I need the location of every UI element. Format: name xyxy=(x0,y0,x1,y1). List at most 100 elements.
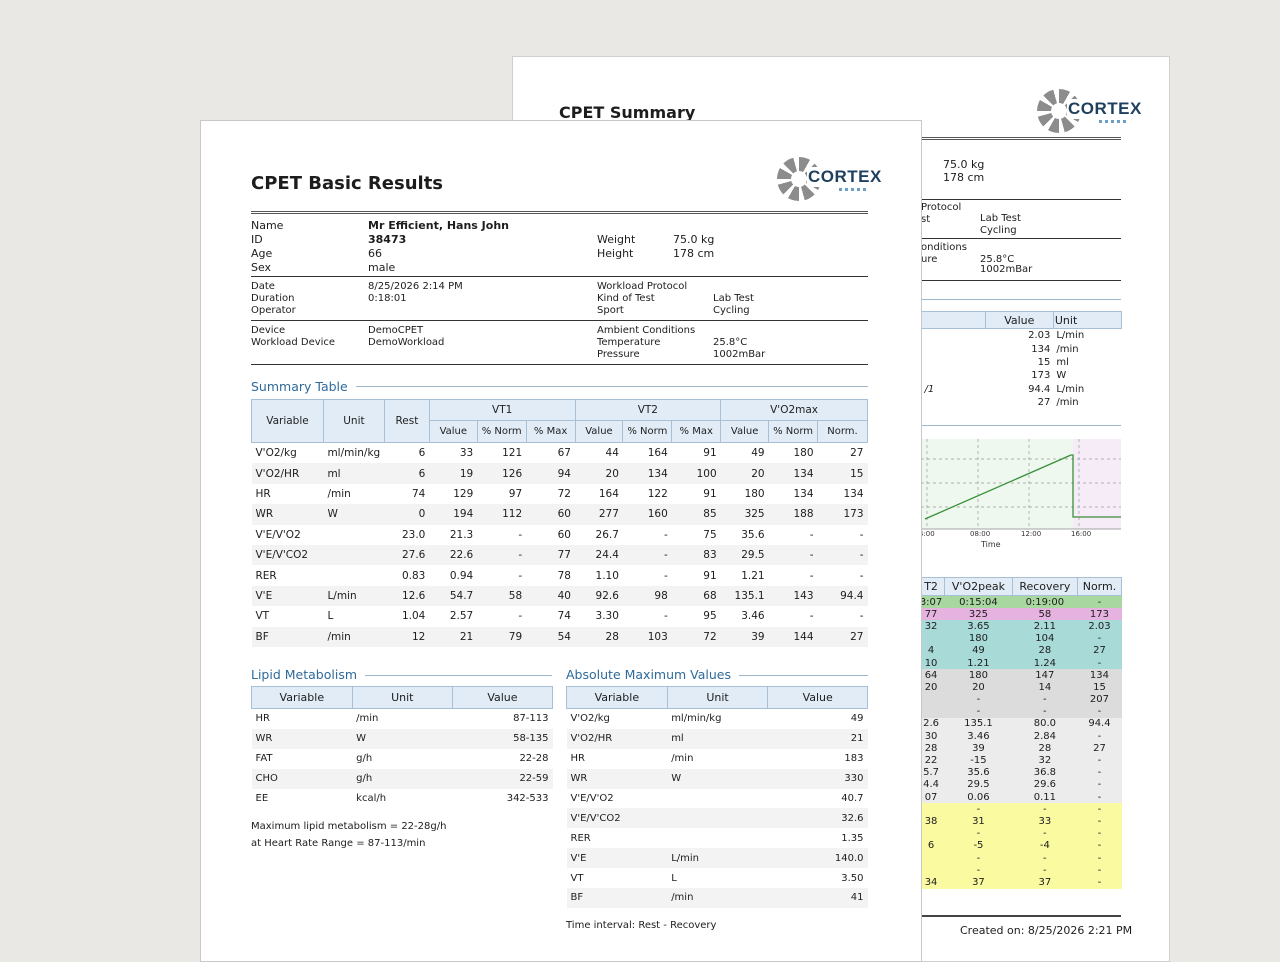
row-variable: V'O2/HR xyxy=(566,728,668,749)
summary-cell: 2.57 xyxy=(449,610,474,623)
phase-cell: - xyxy=(1043,828,1047,840)
row-value: 40.7 xyxy=(841,793,864,804)
phase-cell: 28 xyxy=(1038,645,1052,657)
back-row-value: 173 xyxy=(1031,370,1051,382)
phase-cell: - xyxy=(1097,706,1102,718)
summary-cell: 126 xyxy=(477,463,527,484)
summary-variable: V'E/V'O2 xyxy=(255,528,301,541)
table-row: V'O2/kg ml/min/kg 49 xyxy=(567,709,868,729)
phase-cell: 2.11 xyxy=(1033,620,1056,632)
back-row-label: /1 xyxy=(924,383,935,395)
summary-cell: 112 xyxy=(477,504,527,525)
summary-cell: 68 xyxy=(671,585,721,607)
back-row-unit: /min xyxy=(1056,397,1079,409)
back-weight: 75.0 kg xyxy=(943,158,985,171)
device: DemoCPET xyxy=(368,325,424,336)
summary-unit xyxy=(323,565,384,585)
summary-cell: - xyxy=(817,544,868,566)
row-unit: L/min xyxy=(667,848,768,869)
row-unit: kcal/h xyxy=(356,793,387,804)
summary-cell: 49 xyxy=(751,447,765,460)
summary-variable: WR xyxy=(251,504,324,525)
phase-cell: 58 xyxy=(1038,608,1052,620)
summary-cell: 54 xyxy=(526,626,575,647)
table-row: V'E/V'O2 40.7 xyxy=(567,789,868,809)
row-unit xyxy=(667,789,768,809)
back-row-label xyxy=(922,396,986,409)
phase-cell: 31 xyxy=(972,815,985,827)
row-variable: HR xyxy=(255,713,270,725)
summary-cell: 143 xyxy=(768,585,818,607)
row-unit: /min xyxy=(667,888,768,908)
temperature-label: Temperature xyxy=(597,337,661,348)
row-variable: BF xyxy=(566,888,668,908)
height-label: Height xyxy=(597,247,634,260)
phase-cell: - xyxy=(976,828,981,840)
summary-cell: 94 xyxy=(526,463,575,484)
phase-cell: - xyxy=(1097,657,1102,669)
phase-cell: - xyxy=(1097,730,1102,742)
phase-cell: 32 xyxy=(1038,755,1052,767)
back-table-row: 27/min xyxy=(922,396,1122,409)
patient-sex: male xyxy=(368,261,396,274)
table-row: BF/min 41 xyxy=(566,888,868,908)
back-height: 178 cm xyxy=(943,171,985,184)
summary-cell: 180 xyxy=(793,447,814,460)
back-row-unit: L/min xyxy=(1056,330,1085,342)
summary-row: HR/min 74 129 97 72 164 122 91 180 134 134 xyxy=(252,484,868,504)
row-value: 49 xyxy=(850,713,864,725)
sex-label: Sex xyxy=(251,261,272,274)
col-variable: Variable xyxy=(251,399,324,443)
chart-x-tick-label: 12:00 xyxy=(1021,530,1041,538)
summary-cell: 134 xyxy=(622,463,672,484)
cortex-logo-text: CORTEX xyxy=(807,167,883,187)
summary-cell: 3.30 xyxy=(595,610,619,623)
phase-cell: - xyxy=(1097,779,1102,791)
phase-row: 64 180 147 134 xyxy=(917,669,1122,682)
summary-cell: 103 xyxy=(622,626,672,647)
phase-cell: - xyxy=(1043,864,1047,876)
row-unit: L xyxy=(671,872,677,884)
absolute-max-table: Variable Unit Value V'O2/kg ml/min/kg 49 V'… xyxy=(566,686,868,908)
summary-cell: 74 xyxy=(557,610,571,623)
phase-cell: - xyxy=(976,864,981,876)
summary-cell: 28 xyxy=(575,626,623,647)
summary-cell: - xyxy=(664,528,668,541)
summary-cell: 91 xyxy=(703,487,717,500)
phase-cell: 0.06 xyxy=(967,791,990,803)
row-variable: WR xyxy=(566,768,668,789)
summary-cell: 135.1 xyxy=(720,585,769,607)
device-label: Device xyxy=(251,325,286,336)
summary-cell: 164 xyxy=(598,487,619,500)
summary-table-title: Summary Table xyxy=(251,379,356,394)
weight-label: Weight xyxy=(597,233,636,246)
phase-row: 22 -15 32- xyxy=(917,754,1122,767)
phase-col-head: V'O2peak xyxy=(944,577,1013,596)
row-variable: CHO xyxy=(251,768,353,789)
back-row-label xyxy=(922,329,986,343)
summary-cell: 134 xyxy=(843,487,864,500)
lipid-note-max: Maximum lipid metabolism = 22-28g/h xyxy=(251,821,447,832)
summary-cell: - xyxy=(622,544,672,566)
back-row-label xyxy=(922,369,986,382)
summary-cell: - xyxy=(859,569,864,582)
table-row: EE kcal/h 342-533 xyxy=(252,789,553,809)
back-row-value: 15 xyxy=(1037,356,1051,368)
summary-row: RER 0.83 0.94 - 78 1.10 - 91 1.21 - - xyxy=(252,565,868,585)
col-rest: Rest xyxy=(383,399,430,443)
summary-cell: 98 xyxy=(622,585,672,607)
back-phase-table: T2 V'O2peak Recovery Norm. 3:07 0:15:04 0:19:… xyxy=(916,577,1123,889)
summary-cell: 94.4 xyxy=(817,585,868,607)
summary-cell: 91 xyxy=(703,447,717,460)
phase-cell: - xyxy=(1097,815,1102,827)
lipid-metabolism-table: Variable Unit Value HR/min 87-113 WR W 58-13… xyxy=(251,686,554,809)
summary-cell: 74 xyxy=(411,487,426,500)
summary-cell: 75 xyxy=(703,528,717,541)
table-row: CHO g/h 22-59 xyxy=(251,768,553,789)
summary-cell: 60 xyxy=(557,528,571,541)
summary-unit: W xyxy=(323,504,385,525)
summary-cell: 121 xyxy=(502,447,523,460)
date-label: Date xyxy=(251,281,275,292)
summary-cell: 60 xyxy=(526,504,575,525)
subcol-norm: Norm. xyxy=(817,420,868,443)
